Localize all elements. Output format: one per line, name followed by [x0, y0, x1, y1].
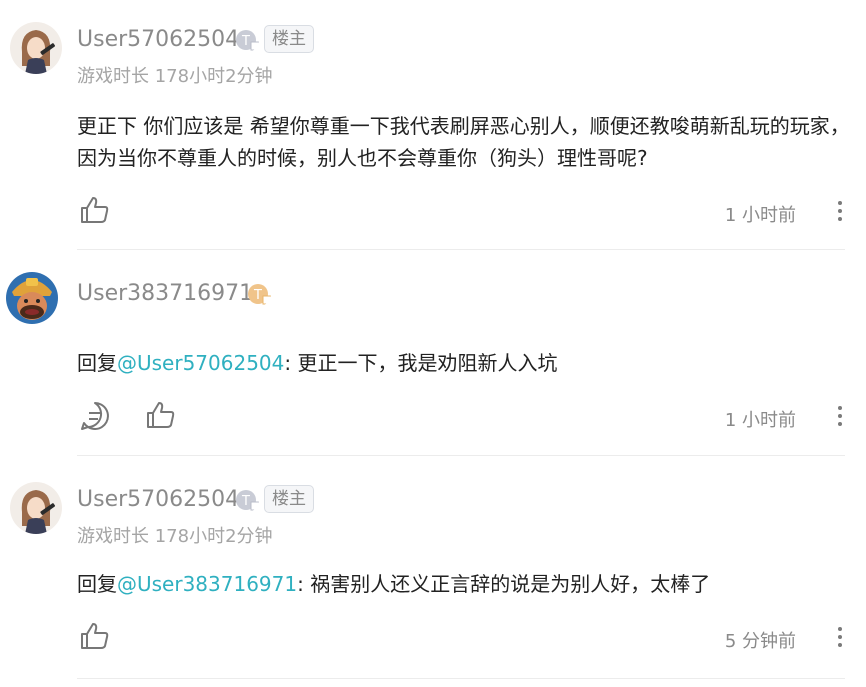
playtime: 游戏时长 178小时2分钟 — [77, 526, 273, 547]
username[interactable]: User57062504 — [77, 486, 239, 514]
owner-tag: 楼主 — [264, 485, 314, 513]
reply-prefix: 回复 — [77, 572, 117, 596]
anime-girl-avatar-icon — [10, 482, 62, 534]
mention-link[interactable]: @User383716971 — [117, 572, 297, 596]
divider — [77, 678, 845, 679]
avatar[interactable] — [10, 482, 62, 534]
timestamp: 5 分钟前 — [724, 631, 796, 652]
comment-item: User57062504 T 楼主 游戏时长 178小时2分钟 回复@User3… — [0, 0, 866, 687]
more-options-icon[interactable] — [834, 623, 846, 653]
reply-text: : 祸害别人还义正言辞的说是为别人好，太棒了 — [297, 572, 711, 596]
svg-text:T: T — [241, 494, 250, 509]
level-badge-icon: T — [236, 490, 259, 511]
like-icon[interactable] — [79, 620, 111, 652]
comment-text: 回复@User383716971: 祸害别人还义正言辞的说是为别人好，太棒了 — [77, 568, 852, 600]
